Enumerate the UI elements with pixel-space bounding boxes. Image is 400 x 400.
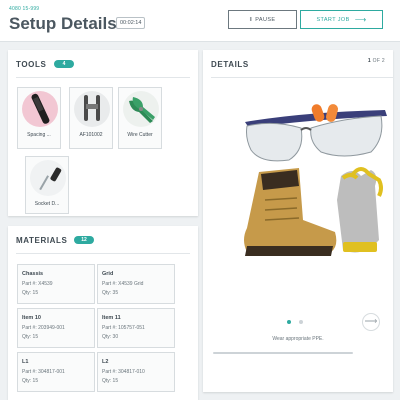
pause-button-label: PAUSE [255, 16, 276, 23]
material-name: Item 10 [22, 315, 41, 321]
tool-label: Wire Cutter [127, 132, 153, 138]
material-quantity: Qty: 15 [22, 290, 39, 296]
crimper-tool-image [74, 91, 110, 127]
work-boot-icon [244, 168, 337, 256]
material-part-number: Part #: X4539 Grid [102, 281, 144, 287]
material-name: L2 [102, 359, 109, 365]
pause-button[interactable]: ‖ PAUSE [228, 10, 297, 29]
tool-tile[interactable]: Spacing ... [17, 87, 61, 149]
material-tile[interactable]: Item 11 Part #: 105757-051 Qty: 30 [97, 308, 175, 348]
material-tile[interactable]: L1 Part #: 304817-001 Qty: 15 [17, 352, 95, 392]
wire-cutter-image [123, 91, 159, 127]
material-quantity: Qty: 35 [102, 290, 119, 296]
material-tile[interactable]: Chassis Part #: X4539 Qty: 15 [17, 264, 95, 304]
tool-tile[interactable]: Socket D... [25, 156, 69, 214]
ppe-image [244, 104, 387, 256]
materials-title: MATERIALS [16, 236, 68, 245]
tool-tile[interactable]: Wire Cutter [118, 87, 162, 149]
start-job-button-label: START JOB [316, 16, 350, 23]
material-name: Chassis [22, 271, 44, 277]
material-part-number: Part #: 304817-010 [102, 369, 145, 375]
tools-count-badge: 4 [54, 60, 74, 68]
work-gloves-icon [337, 167, 383, 253]
materials-count-badge: 12 [74, 236, 94, 244]
page-indicator: 1 OF 2 [368, 58, 385, 64]
pause-icon: ‖ [249, 16, 253, 23]
spacing-tool-image [22, 91, 58, 127]
arrow-right-icon: ⟶ [354, 15, 367, 24]
details-card: DETAILS 1 OF 2 ⟶ Wear appropriate PPE. [203, 50, 393, 392]
start-job-button[interactable]: START JOB ⟶ [300, 10, 383, 29]
tool-tile[interactable]: AF101002 [69, 87, 113, 149]
material-tile[interactable]: Grid Part #: X4539 Grid Qty: 35 [97, 264, 175, 304]
material-part-number: Part #: 304817-001 [22, 369, 65, 375]
tool-label: Socket D... [34, 201, 60, 207]
carousel-dot-active[interactable] [287, 320, 291, 324]
divider [211, 77, 393, 78]
material-tile[interactable]: Item 10 Part #: 203949-001 Qty: 15 [17, 308, 95, 348]
tool-label: AF101002 [79, 132, 103, 138]
material-quantity: Qty: 15 [22, 334, 39, 340]
divider [16, 77, 190, 78]
page-title: Setup Details [9, 14, 117, 33]
tools-card: TOOLS 4 Spacing ... AF101002 Wire Cutter… [8, 50, 198, 216]
carousel-dot[interactable] [299, 320, 303, 324]
details-title: DETAILS [211, 60, 249, 69]
page-current: 1 [367, 58, 371, 64]
page-total: 2 [381, 58, 385, 64]
details-caption: Wear appropriate PPE. [272, 336, 324, 342]
header-bar: 4080 15-999 Setup Details 00:02:14 ‖ PAU… [0, 0, 400, 42]
tool-label: Spacing ... [27, 132, 51, 138]
page-separator: OF [372, 58, 381, 64]
material-quantity: Qty: 15 [22, 378, 39, 384]
material-name: L1 [22, 359, 29, 365]
materials-card: MATERIALS 12 Chassis Part #: X4539 Qty: … [8, 226, 198, 400]
material-tile[interactable]: L2 Part #: 304817-010 Qty: 15 [97, 352, 175, 392]
divider [16, 253, 190, 254]
material-part-number: Part #: X4539 [22, 281, 53, 287]
material-name: Item 11 [102, 315, 121, 321]
material-part-number: Part #: 203949-001 [22, 325, 65, 331]
next-slide-button[interactable]: ⟶ [362, 313, 380, 331]
material-quantity: Qty: 30 [102, 334, 119, 340]
material-quantity: Qty: 15 [102, 378, 119, 384]
material-part-number: Part #: 105757-051 [102, 325, 145, 331]
socket-driver-image [30, 160, 66, 196]
material-name: Grid [102, 271, 114, 277]
horizontal-scrollbar[interactable] [213, 352, 353, 354]
arrow-right-icon: ⟶ [364, 316, 378, 326]
job-timer: 00:02:14 [116, 17, 146, 29]
tools-title: TOOLS [16, 60, 47, 69]
job-number: 4080 15-999 [9, 6, 40, 12]
